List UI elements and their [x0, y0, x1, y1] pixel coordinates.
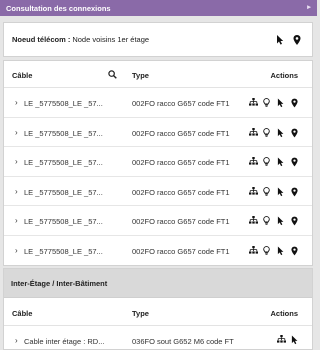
row-actions [249, 127, 300, 137]
map-marker-icon[interactable] [291, 216, 300, 226]
table-row[interactable]: › LE _5775508_LE _57... 002FO racco G657 c… [4, 147, 312, 177]
node-actions [276, 35, 302, 45]
table-row[interactable]: › Cable inter étage : RD... 036FO sout G65… [4, 326, 312, 350]
inter-table-body: › Cable inter étage : RD... 036FO sout G65… [4, 326, 312, 350]
hierarchy-icon[interactable] [249, 98, 258, 107]
cursor-icon[interactable] [277, 98, 286, 108]
chevron-right-icon[interactable]: › [15, 187, 18, 196]
inter-building-panel: Inter-Étage / Inter-Bâtiment Câble Type … [3, 268, 313, 350]
row-actions [249, 216, 300, 226]
search-icon[interactable] [108, 70, 117, 79]
cables-table-header: Câble Type Actions [4, 61, 312, 88]
table-row[interactable]: › LE _5775508_LE _57... 002FO racco G657 c… [4, 177, 312, 206]
map-marker-icon[interactable] [291, 246, 300, 255]
cable-type: 002FO racco G657 code FT1 [132, 246, 230, 256]
column-header-cable[interactable]: Câble [12, 309, 32, 318]
table-row[interactable]: › LE _5775508_LE _57... 002FO racco G657 c… [4, 206, 312, 236]
cables-table-body: › LE _5775508_LE _57... 002FO racco G657 c… [4, 88, 312, 265]
column-header-actions: Actions [270, 309, 298, 318]
chevron-right-icon[interactable]: › [15, 157, 18, 166]
lightbulb-icon[interactable] [263, 245, 272, 255]
chevron-right-icon[interactable]: ▸ [304, 3, 314, 13]
lightbulb-icon[interactable] [263, 186, 272, 196]
cable-name: LE _5775508_LE _57... [24, 217, 103, 226]
row-actions [249, 98, 300, 108]
lightbulb-icon[interactable] [263, 157, 272, 166]
column-header-actions: Actions [270, 71, 298, 80]
hierarchy-icon[interactable] [249, 245, 258, 255]
table-row[interactable]: › LE _5775508_LE _57... 002FO racco G657 c… [4, 88, 312, 118]
section-header: Inter-Étage / Inter-Bâtiment [4, 269, 312, 298]
cursor-icon[interactable] [277, 246, 286, 255]
table-row[interactable]: › LE _5775508_LE _57... 002FO racco G657 c… [4, 118, 312, 147]
map-marker-icon[interactable] [291, 157, 300, 167]
row-actions [249, 157, 300, 167]
cable-name: LE _5775508_LE _57... [24, 187, 103, 197]
cable-name: LE _5775508_LE _57... [24, 246, 103, 256]
hierarchy-icon[interactable] [249, 127, 258, 137]
cable-type: 002FO racco G657 code FT1 [132, 187, 230, 197]
lightbulb-icon[interactable] [263, 216, 272, 225]
hierarchy-icon[interactable] [249, 186, 258, 196]
cursor-icon[interactable] [277, 216, 286, 226]
cursor-icon[interactable] [277, 187, 286, 196]
cable-type: 036FO sout G652 M6 code FT [132, 337, 234, 346]
chevron-right-icon[interactable]: › [15, 336, 18, 345]
node-panel: Noeud télécom : Node voisins 1er étage [3, 22, 313, 57]
chevron-right-icon[interactable]: › [15, 128, 18, 137]
row-actions [249, 186, 300, 196]
column-header-cable[interactable]: Câble [12, 71, 32, 80]
hierarchy-icon[interactable] [249, 157, 258, 166]
cable-type: 002FO racco G657 code FT1 [132, 128, 230, 138]
cables-panel: Câble Type Actions › LE _5775508_LE _57..… [3, 60, 313, 266]
cursor-icon[interactable] [291, 335, 300, 345]
cable-name: LE _5775508_LE _57... [24, 158, 103, 167]
map-marker-icon[interactable] [291, 187, 300, 196]
lightbulb-icon[interactable] [263, 98, 272, 107]
cable-name: Cable inter étage : RD... [24, 337, 105, 346]
map-marker-icon[interactable] [291, 128, 300, 137]
chevron-right-icon[interactable]: › [15, 246, 18, 255]
cable-type: 002FO racco G657 code FT1 [132, 158, 230, 167]
row-actions [277, 335, 300, 345]
cursor-icon[interactable] [276, 35, 285, 45]
lightbulb-icon[interactable] [263, 127, 272, 137]
cable-type: 002FO racco G657 code FT1 [132, 99, 230, 108]
cursor-icon[interactable] [277, 157, 286, 167]
node-label: Noeud télécom : [12, 35, 71, 44]
column-header-type[interactable]: Type [132, 309, 149, 318]
inter-table-header: Câble Type Actions [4, 298, 312, 326]
table-row[interactable]: › LE _5775508_LE _57... 002FO racco G657 c… [4, 236, 312, 266]
map-marker-icon[interactable] [291, 98, 300, 108]
cursor-icon[interactable] [277, 128, 286, 137]
column-header-type[interactable]: Type [132, 71, 149, 80]
map-marker-icon[interactable] [293, 35, 302, 45]
cable-name: LE _5775508_LE _57... [24, 128, 103, 138]
cable-type: 002FO racco G657 code FT1 [132, 217, 230, 226]
hierarchy-icon[interactable] [249, 216, 258, 225]
row-actions [249, 245, 300, 255]
section-title: Inter-Étage / Inter-Bâtiment [11, 278, 108, 288]
cable-name: LE _5775508_LE _57... [24, 99, 103, 108]
chevron-right-icon[interactable]: › [15, 98, 18, 107]
chevron-right-icon[interactable]: › [15, 216, 18, 225]
hierarchy-icon[interactable] [277, 335, 286, 344]
node-value: Node voisins 1er étage [72, 35, 150, 44]
window-title: Consultation des connexions [6, 3, 111, 13]
window-titlebar: Consultation des connexions ▸ [0, 0, 317, 16]
